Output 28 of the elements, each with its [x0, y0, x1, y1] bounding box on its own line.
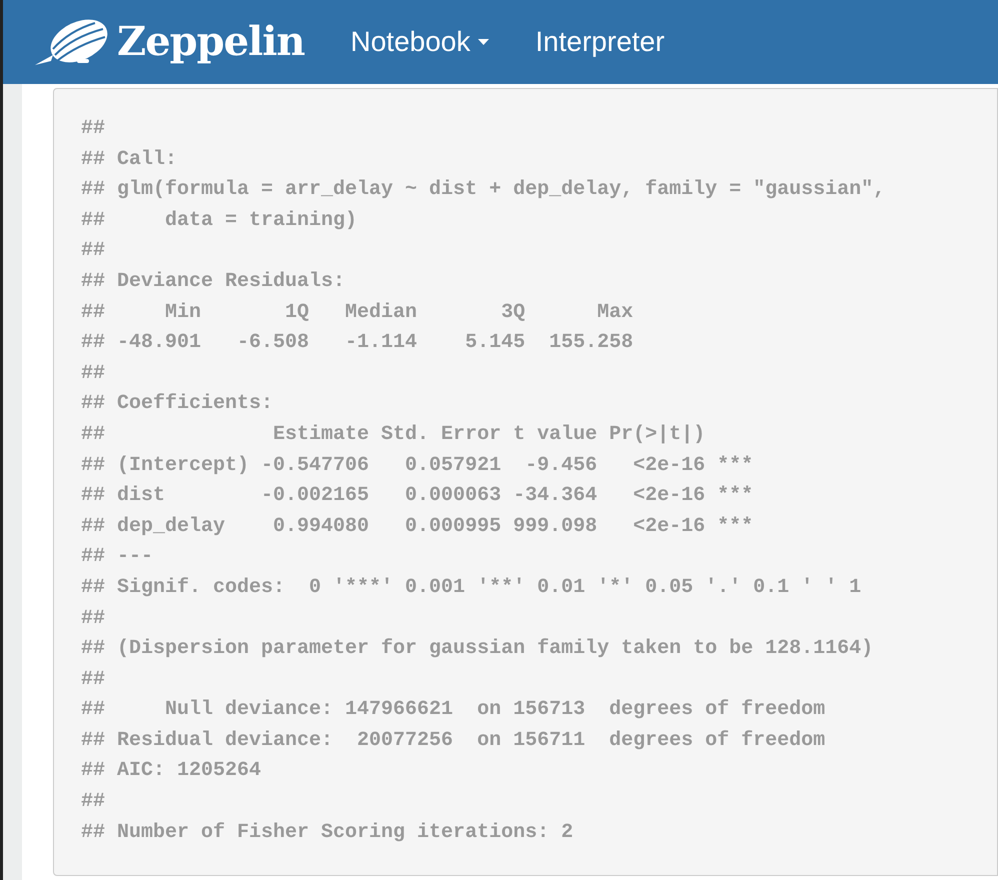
output-line: ##	[81, 606, 106, 630]
output-line: ## data = training)	[81, 208, 358, 232]
output-line: ## ---	[81, 545, 154, 568]
output-line: ## AIC: 1205264	[81, 759, 262, 782]
output-line: ## Coefficients:	[81, 392, 274, 416]
output-line: ##	[81, 117, 106, 140]
output-line: ## -48.901 -6.508 -1.114 5.145 155.258	[81, 331, 634, 354]
output-line: ## dist -0.002165 0.000063 -34.364 <2e-16 ***	[81, 484, 754, 508]
output-line: ## (Intercept) -0.547706 0.057921 -9.456 <2e-16 ***	[81, 454, 754, 477]
output-line: ## Call:	[81, 148, 178, 171]
brand-name[interactable]: Zeppelin	[117, 12, 305, 72]
output-line: ## Residual deviance: 20077256 on 156711 degrees of freedom	[81, 728, 826, 752]
output-line: ## Estimate Std. Error t value Pr(>|t|)	[81, 422, 706, 446]
notebook-menu[interactable]: Notebook	[350, 21, 490, 63]
output-line: ##	[81, 668, 106, 691]
output-line: ## Min 1Q Median 3Q Max	[81, 300, 634, 324]
caret-icon	[478, 39, 490, 45]
output-line: ##	[81, 239, 106, 262]
output-line: ## glm(formula = arr_delay ~ dist + dep_delay, family = "gaussian",	[81, 178, 886, 202]
nav-link[interactable]: Interpreter	[535, 21, 665, 63]
output-line: ##	[81, 362, 106, 385]
output-line: ## (Dispersion parameter for gaussian family taken to be 128.1164)	[81, 637, 874, 660]
output-line: ##	[81, 790, 106, 814]
output-line: ## Signif. codes: 0 '***' 0.001 '**' 0.01 '*' 0.05 '.' 0.1 ' ' 1	[81, 576, 862, 599]
output-line: ## Null deviance: 147966621 on 156713 degrees of freedom	[81, 698, 826, 722]
output-line: ## Number of Fisher Scoring iterations: 2	[81, 820, 574, 844]
output-line: ## dep_delay 0.994080 0.000995 999.098 <2e-16 ***	[81, 514, 754, 538]
output-line: ## Deviance Residuals:	[81, 270, 346, 293]
